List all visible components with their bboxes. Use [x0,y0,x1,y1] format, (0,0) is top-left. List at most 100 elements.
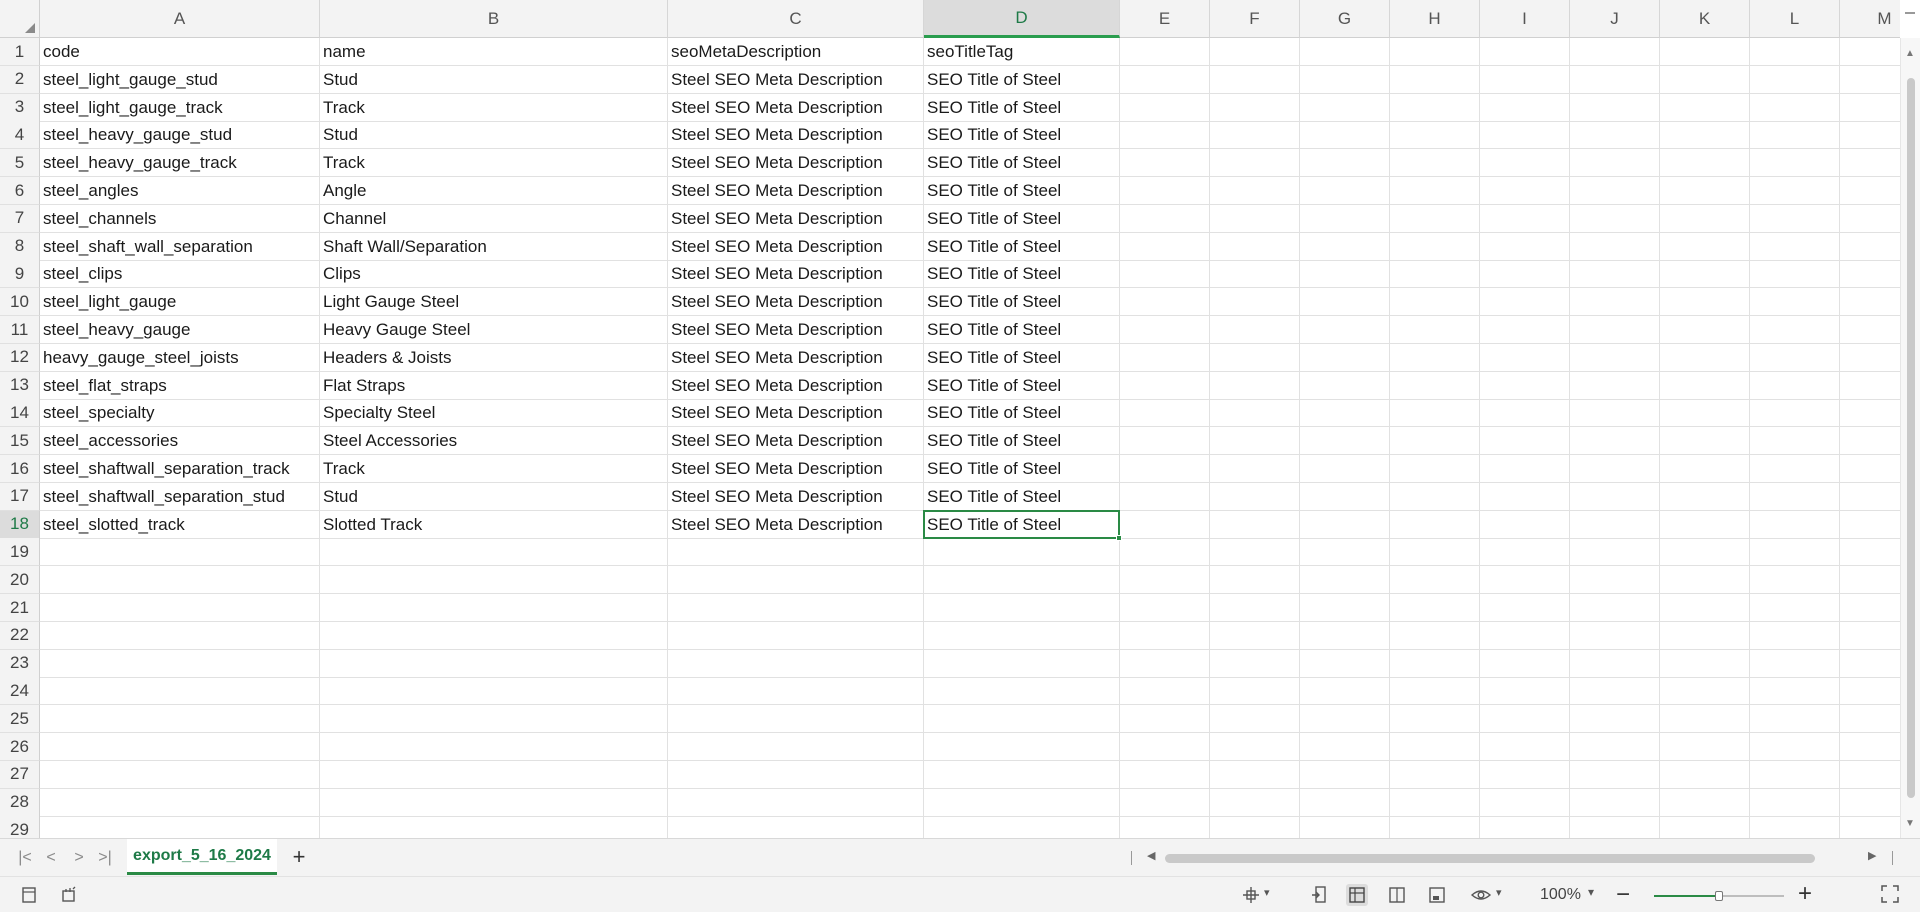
cell-l27[interactable] [1750,760,1840,789]
cell-k9[interactable] [1660,260,1750,289]
cell-g9[interactable] [1300,260,1390,289]
cell-e13[interactable] [1120,371,1210,400]
cell-e20[interactable] [1120,566,1210,595]
cell-l22[interactable] [1750,621,1840,650]
cell-a2[interactable]: steel_light_gauge_stud [40,65,320,94]
cell-b27[interactable] [320,760,668,789]
cell-c8[interactable]: Steel SEO Meta Description [668,232,924,261]
cell-k19[interactable] [1660,538,1750,567]
cell-d22[interactable] [924,621,1120,650]
cell-b15[interactable]: Steel Accessories [320,427,668,456]
cell-i16[interactable] [1480,455,1570,483]
row-header[interactable]: 21 [0,594,40,622]
cell-h8[interactable] [1390,232,1480,261]
cell-d9[interactable]: SEO Title of Steel [924,260,1120,289]
cell-f24[interactable] [1210,677,1300,706]
cell-m22[interactable] [1840,622,1900,650]
cell-b1[interactable]: name [320,38,668,66]
scroll-left-icon[interactable]: ◀ [1147,849,1155,862]
cell-k23[interactable] [1660,649,1750,678]
cell-g21[interactable] [1300,594,1390,622]
cell-k13[interactable] [1660,371,1750,400]
cell-j23[interactable] [1570,649,1660,678]
cell-h4[interactable] [1390,121,1480,150]
cell-i19[interactable] [1480,538,1570,567]
cell-j25[interactable] [1570,705,1660,734]
cell-h16[interactable] [1390,455,1480,483]
cell-f27[interactable] [1210,760,1300,789]
cell-g28[interactable] [1300,788,1390,817]
scroll-up-icon[interactable]: ▲ [1905,48,1915,59]
vertical-scroll-thumb[interactable] [1907,78,1915,798]
cell-l16[interactable] [1750,455,1840,483]
cell-a19[interactable] [40,538,320,567]
cell-m15[interactable] [1840,427,1900,456]
cell-d21[interactable] [924,594,1120,622]
cell-m2[interactable] [1840,66,1900,94]
cell-k2[interactable] [1660,65,1750,94]
cell-k12[interactable] [1660,343,1750,372]
cell-f3[interactable] [1210,93,1300,122]
row-header[interactable]: 17 [0,482,40,511]
row-header[interactable]: 25 [0,705,40,734]
cell-a12[interactable]: heavy_gauge_steel_joists [40,343,320,372]
cell-a26[interactable] [40,733,320,761]
cell-i5[interactable] [1480,149,1570,178]
cell-j12[interactable] [1570,343,1660,372]
cell-f18[interactable] [1210,510,1300,539]
cell-h10[interactable] [1390,288,1480,317]
cell-b3[interactable]: Track [320,93,668,122]
column-header-c[interactable]: C [668,0,924,38]
cell-g16[interactable] [1300,455,1390,483]
cell-j16[interactable] [1570,455,1660,483]
cell-f12[interactable] [1210,343,1300,372]
cell-m12[interactable] [1840,344,1900,372]
cell-j3[interactable] [1570,93,1660,122]
cell-l29[interactable] [1750,816,1840,838]
horizontal-scroll-thumb[interactable] [1165,854,1815,863]
cell-j5[interactable] [1570,149,1660,178]
cell-d27[interactable] [924,760,1120,789]
eye-dropdown-chevron-icon[interactable]: ▾ [1496,886,1502,899]
reading-mode-icon[interactable] [1308,884,1330,906]
cell-i25[interactable] [1480,705,1570,734]
cell-k1[interactable] [1660,38,1750,66]
cell-k27[interactable] [1660,760,1750,789]
row-header[interactable]: 13 [0,371,40,400]
row-header[interactable]: 27 [0,760,40,789]
cell-h27[interactable] [1390,760,1480,789]
cell-d8[interactable]: SEO Title of Steel [924,232,1120,261]
cell-l4[interactable] [1750,121,1840,150]
cell-l2[interactable] [1750,65,1840,94]
cell-g6[interactable] [1300,177,1390,205]
horizontal-scrollbar[interactable] [1165,852,1815,864]
column-header-g[interactable]: G [1300,0,1390,38]
cell-m21[interactable] [1840,594,1900,622]
cell-i10[interactable] [1480,288,1570,317]
cell-c5[interactable]: Steel SEO Meta Description [668,149,924,178]
cell-m18[interactable] [1840,511,1900,539]
row-header[interactable]: 6 [0,177,40,205]
cell-e6[interactable] [1120,177,1210,205]
cell-i20[interactable] [1480,566,1570,595]
cell-i18[interactable] [1480,510,1570,539]
row-header[interactable]: 26 [0,733,40,761]
cell-h26[interactable] [1390,733,1480,761]
cell-l9[interactable] [1750,260,1840,289]
cell-a7[interactable]: steel_channels [40,204,320,233]
cell-f26[interactable] [1210,733,1300,761]
cell-b19[interactable] [320,538,668,567]
cell-b25[interactable] [320,705,668,734]
cell-m27[interactable] [1840,761,1900,789]
cell-e14[interactable] [1120,399,1210,428]
cell-l20[interactable] [1750,566,1840,595]
zoom-level[interactable]: 100% [1540,886,1581,904]
cell-i15[interactable] [1480,427,1570,456]
cell-h13[interactable] [1390,371,1480,400]
cell-j27[interactable] [1570,760,1660,789]
cell-e21[interactable] [1120,594,1210,622]
column-header-d[interactable]: D [924,0,1120,38]
cell-d18[interactable]: SEO Title of Steel [924,510,1120,539]
cell-b6[interactable]: Angle [320,177,668,205]
last-sheet-icon[interactable]: >| [94,847,116,869]
